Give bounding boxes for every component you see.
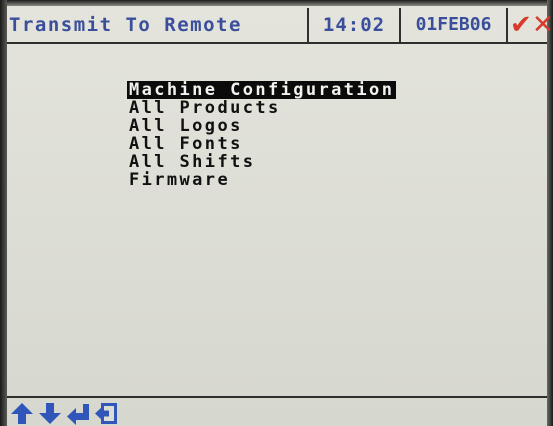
bezel-right — [547, 0, 553, 426]
enter-icon[interactable] — [66, 401, 90, 425]
back-icon[interactable] — [94, 401, 118, 425]
clock-date: 01FEB06 — [399, 8, 506, 42]
menu-item-all-fonts[interactable]: All Fonts — [127, 135, 396, 153]
bezel-left — [0, 0, 7, 426]
footer-divider — [7, 396, 547, 398]
softkey-bar — [8, 400, 548, 426]
menu-item-firmware[interactable]: Firmware — [127, 171, 396, 189]
device-screen: Transmit To Remote 14:02 01FEB06 ✔ ✕ Mac… — [0, 0, 553, 426]
menu-item-all-shifts[interactable]: All Shifts — [127, 153, 396, 171]
bezel-top — [0, 0, 553, 6]
menu-item-all-logos[interactable]: All Logos — [127, 117, 396, 135]
check-icon[interactable]: ✔ — [510, 8, 532, 42]
arrow-up-icon[interactable] — [10, 401, 34, 425]
clock-time: 14:02 — [307, 8, 399, 42]
screen-title: Transmit To Remote — [9, 14, 242, 36]
cross-icon[interactable]: ✕ — [532, 8, 553, 42]
menu-item-machine-configuration[interactable]: Machine Configuration — [127, 81, 397, 99]
header-bar: Transmit To Remote 14:02 01FEB06 ✔ ✕ — [7, 8, 553, 42]
menu-item-all-products[interactable]: All Products — [127, 99, 396, 117]
header-divider — [7, 42, 547, 44]
arrow-down-icon[interactable] — [38, 401, 62, 425]
transmit-menu: Machine Configuration All Products All L… — [127, 80, 397, 189]
confirm-cancel-area: ✔ ✕ — [506, 8, 553, 42]
